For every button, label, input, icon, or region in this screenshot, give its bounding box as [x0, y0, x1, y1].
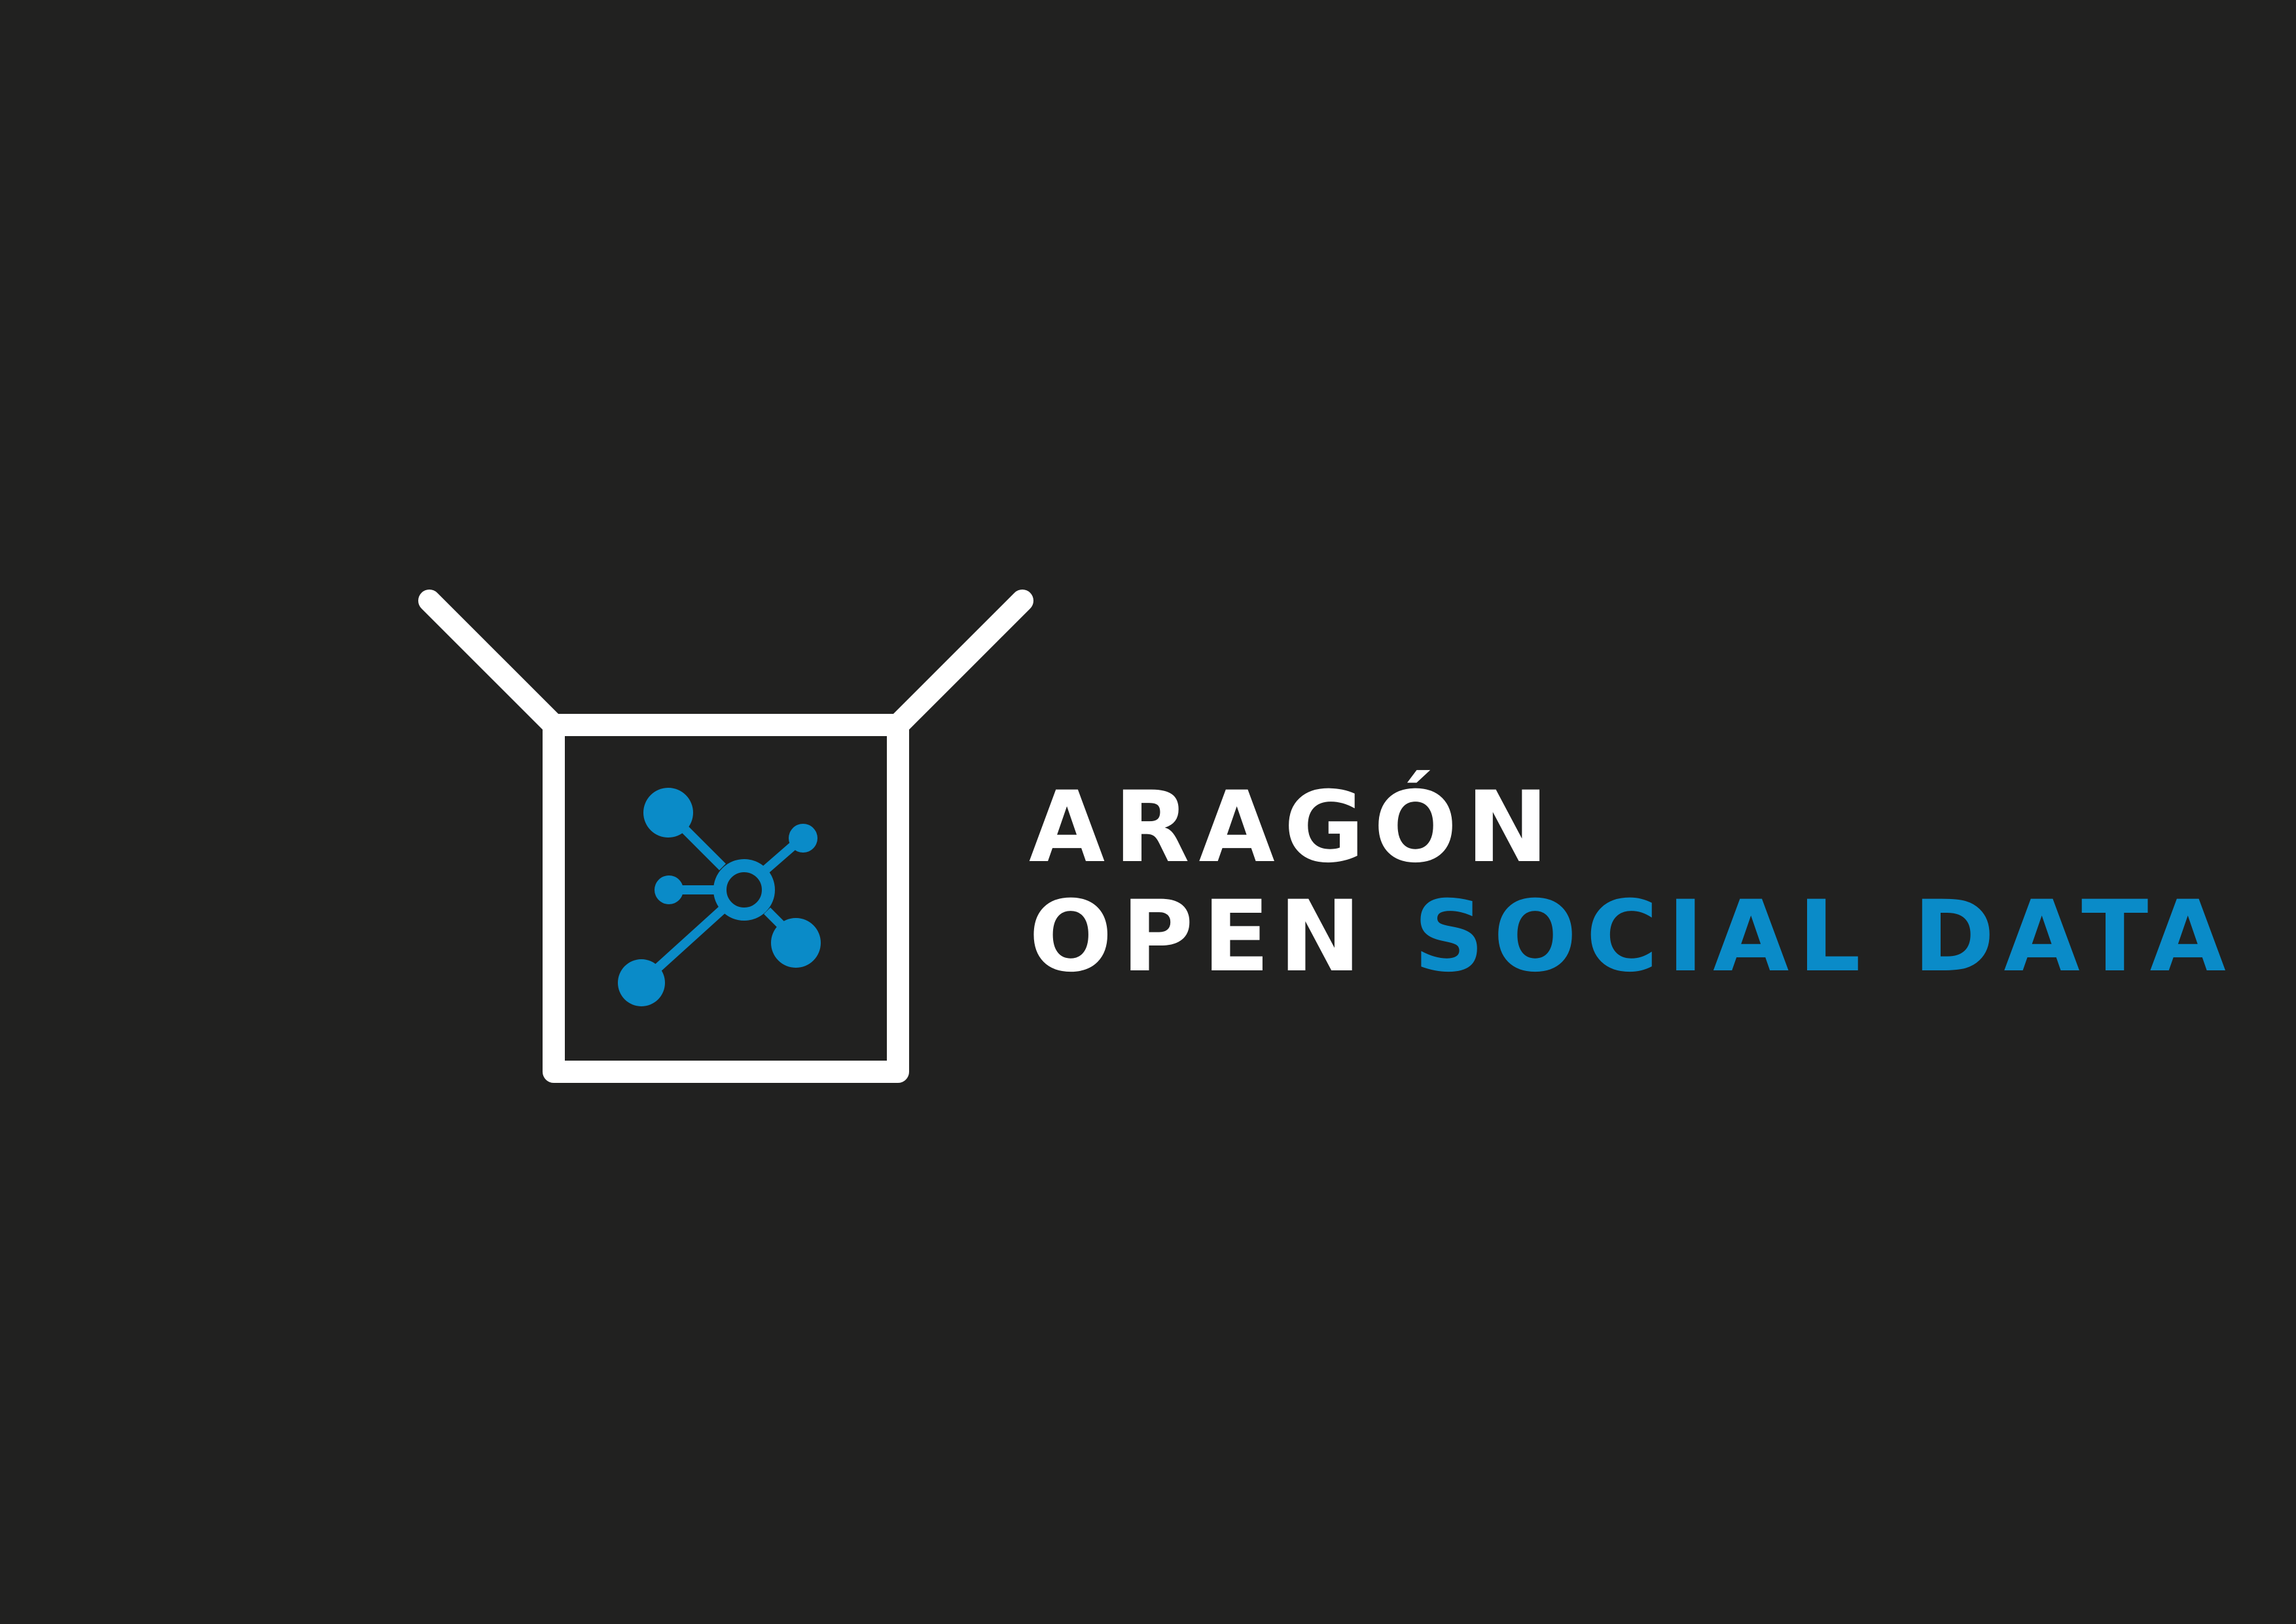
box-right-flap	[887, 590, 1033, 736]
box-outline-icon	[418, 590, 1033, 1083]
network-nodes-icon	[618, 788, 821, 1006]
center-ring-node	[713, 859, 775, 921]
wordmark-social-data: SOCIAL DATA	[1413, 880, 2235, 994]
wordmark-open: OPEN	[1029, 880, 1371, 994]
box-left-flap	[418, 590, 565, 736]
node-bottom-right	[771, 918, 821, 968]
node-bottom-left	[618, 959, 665, 1006]
node-left	[655, 875, 683, 904]
wordmark-aragon: ARAGÓN	[1029, 771, 1558, 885]
node-top-left	[643, 788, 693, 838]
wordmark-line-open-social-data: OPEN SOCIAL DATA	[1029, 888, 2235, 986]
wordmark-line-aragon: ARAGÓN	[1029, 779, 1558, 877]
node-top-right	[789, 824, 817, 853]
